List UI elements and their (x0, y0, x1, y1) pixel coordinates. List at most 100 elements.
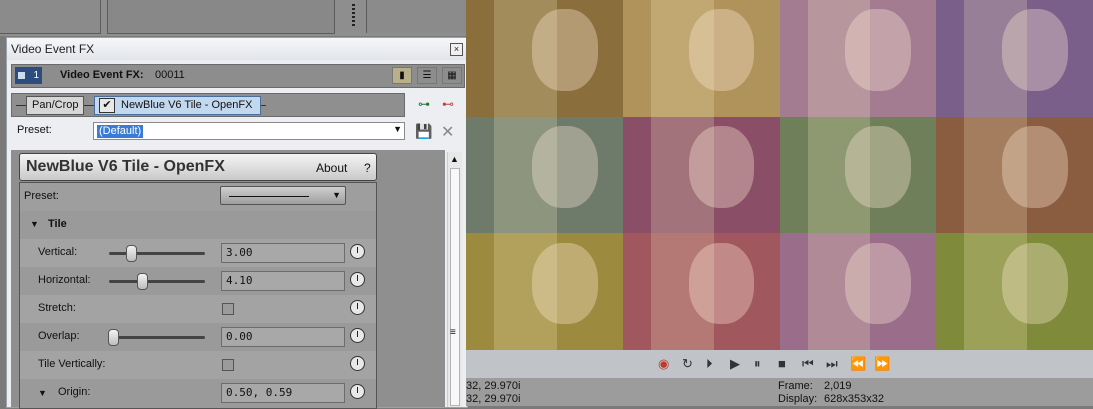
plugin-preset-dropdown[interactable]: ▼ (220, 186, 346, 205)
vertical-scrollbar[interactable]: ▲ ≡ (447, 152, 462, 407)
go-to-start-icon[interactable]: ⏮ (802, 356, 814, 372)
prev-frame-icon[interactable]: ⏪ (850, 356, 866, 372)
preset-value: (Default) (97, 125, 144, 138)
fx-pan-crop-button[interactable]: Pan/Crop (26, 96, 85, 115)
event-id: 00011 (155, 69, 185, 81)
dialog-title: Video Event FX (11, 42, 95, 56)
scroll-grip-icon: ≡ (450, 327, 456, 338)
video-preview (466, 0, 1093, 350)
scroll-up-icon[interactable]: ▲ (450, 154, 459, 164)
tile-highlight (845, 9, 912, 91)
tile-highlight (688, 242, 755, 325)
preset-dropdown[interactable]: (Default) ▼ (93, 122, 405, 140)
go-to-end-icon[interactable]: ⏭ (826, 356, 838, 372)
scroll-thumb[interactable] (450, 168, 460, 406)
frame-label: Frame: (778, 380, 813, 392)
section-tile-label: Tile (48, 218, 67, 230)
expand-triangle-icon[interactable]: ▼ (30, 219, 39, 229)
video-tile (622, 116, 780, 234)
fx-newblue-tile-label: NewBlue V6 Tile - OpenFX (121, 99, 253, 111)
event-label: Video Event FX: (60, 69, 144, 81)
record-icon[interactable]: ◉ (658, 356, 669, 372)
tile-vertically-checkbox[interactable] (222, 359, 234, 371)
origin-value[interactable]: 0.50, 0.59 (221, 383, 345, 403)
video-tile (936, 116, 1093, 234)
help-button[interactable]: ? (364, 161, 371, 175)
video-tile (936, 233, 1093, 350)
section-tile[interactable]: ▼ Tile (20, 211, 376, 239)
about-button[interactable]: About (316, 161, 347, 175)
plugin-title: NewBlue V6 Tile - OpenFX (26, 158, 225, 175)
animate-clock-icon[interactable] (350, 272, 365, 287)
loop-icon[interactable]: ↻ (682, 356, 693, 372)
close-icon[interactable]: × (450, 43, 463, 56)
fx-newblue-tile-button[interactable]: ✔ NewBlue V6 Tile - OpenFX (94, 96, 262, 115)
stop-icon[interactable]: ■ (778, 356, 786, 371)
play-from-start-icon[interactable]: ⏵ (706, 356, 713, 372)
vertical-slider-track[interactable] (109, 252, 205, 255)
tile-highlight (531, 125, 598, 208)
frame-value: 2,019 (824, 380, 852, 392)
animate-clock-icon[interactable] (350, 356, 365, 371)
tile-highlight (688, 125, 755, 208)
view-single-icon[interactable]: ▮ (392, 67, 412, 84)
tile-highlight (531, 242, 598, 325)
video-tile (779, 233, 937, 350)
preview-status: 32, 29.970i 32, 29.970i Frame: 2,019 Dis… (466, 378, 1093, 406)
plugin-chain-icon[interactable]: ⊶ (415, 96, 433, 112)
event-header: 1 Video Event FX: 00011 ▮ ☰ ▦ (11, 64, 465, 88)
animate-clock-icon[interactable] (350, 244, 365, 259)
fx-enable-checkbox[interactable]: ✔ (99, 98, 115, 113)
view-grid-icon[interactable]: ▦ (442, 67, 462, 84)
save-preset-icon[interactable]: 💾 (415, 124, 432, 138)
stretch-label: Stretch: (38, 302, 76, 314)
param-vertical: Vertical: 3.00 (20, 239, 376, 267)
param-origin: ▼ Origin: 0.50, 0.59 (20, 379, 376, 407)
param-stretch: Stretch: (20, 295, 376, 323)
track-header-panel-3 (366, 0, 467, 33)
overlap-slider-track[interactable] (109, 336, 205, 339)
video-tile (622, 233, 780, 350)
project-format-1: 32, 29.970i (466, 380, 521, 392)
display-value: 628x353x32 (824, 393, 884, 405)
track-header-panel-2 (107, 0, 335, 34)
vertical-slider-knob[interactable] (126, 245, 137, 262)
delete-preset-icon[interactable]: ✕ (441, 122, 454, 142)
transport-bar: ◉ ↻ ⏵ ▶ ⏸ ■ ⏮ ⏭ ⏪ ⏩ (466, 350, 1093, 378)
tile-highlight (531, 9, 598, 91)
track-header-panel (0, 0, 101, 34)
track-number-badge: 1 (15, 67, 42, 84)
video-tile (466, 0, 623, 117)
overlap-slider-knob[interactable] (108, 329, 119, 346)
stretch-checkbox[interactable] (222, 303, 234, 315)
horizontal-slider-knob[interactable] (136, 273, 148, 290)
horizontal-slider-track[interactable] (109, 280, 205, 283)
animate-clock-icon[interactable] (350, 300, 365, 315)
vertical-value[interactable]: 3.00 (221, 243, 345, 263)
tile-highlight (1002, 242, 1068, 325)
splitter-grip[interactable] (352, 4, 355, 28)
plugin-preset-label: Preset: (24, 190, 59, 202)
play-icon[interactable]: ▶ (730, 356, 740, 372)
pause-icon[interactable]: ⏸ (754, 356, 761, 372)
param-overlap: Overlap: 0.00 (20, 323, 376, 351)
view-list-icon[interactable]: ☰ (417, 67, 437, 84)
overlap-value[interactable]: 0.00 (221, 327, 345, 347)
chevron-down-icon: ▼ (332, 190, 341, 200)
video-tile (466, 233, 623, 350)
param-horizontal: Horizontal: 4.10 (20, 267, 376, 295)
tile-highlight (845, 242, 912, 325)
video-tile (466, 116, 623, 234)
chevron-down-icon: ▼ (393, 124, 402, 134)
parameter-list: Preset: ▼ ▼ Tile Vertical: 3.00 Horizont… (19, 182, 377, 409)
animate-clock-icon[interactable] (350, 384, 365, 399)
horizontal-value[interactable]: 4.10 (221, 271, 345, 291)
horizontal-label: Horizontal: (38, 274, 91, 286)
expand-triangle-icon[interactable]: ▼ (38, 388, 47, 398)
tile-highlight (1002, 125, 1068, 208)
next-frame-icon[interactable]: ⏩ (874, 356, 890, 372)
animate-clock-icon[interactable] (350, 328, 365, 343)
tile-highlight (1002, 9, 1068, 91)
preset-label: Preset: (17, 124, 52, 136)
remove-plugin-icon[interactable]: ⊷ (439, 96, 457, 112)
